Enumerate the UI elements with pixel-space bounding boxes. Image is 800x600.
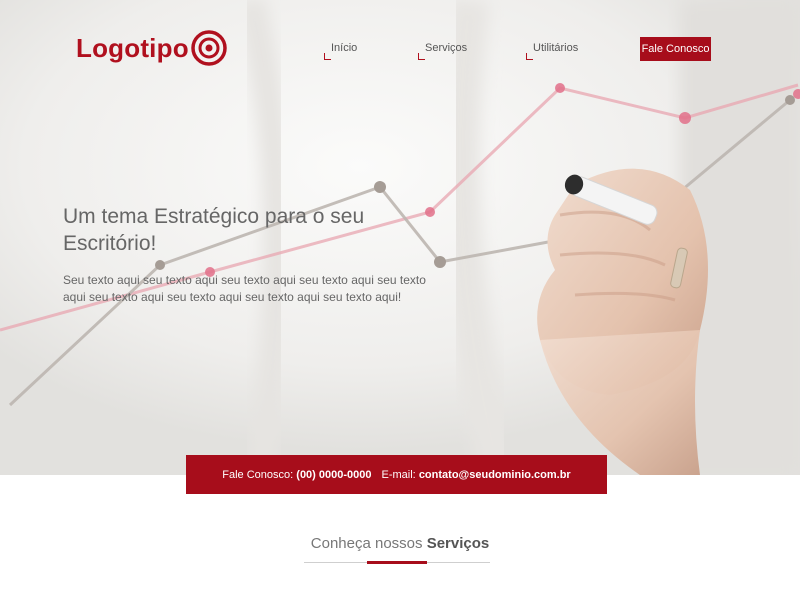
fale-conosco-button[interactable]: Fale Conosco (640, 37, 711, 61)
hero-subtext: Seu texto aqui seu texto aqui seu texto … (63, 273, 426, 304)
phone-number[interactable]: (00) 0000-0000 (296, 469, 371, 481)
email-label: E-mail: (381, 468, 416, 481)
nav-item-utilitarios[interactable]: Utilitários (526, 42, 579, 60)
email-address[interactable]: contato@seudominio.com.br (419, 469, 571, 481)
services-title-bold: Serviços (426, 535, 490, 552)
services-title-prefix: Conheça nossos (310, 535, 423, 552)
contact-bar: Fale Conosco: (00) 0000-0000 E-mail: con… (186, 455, 607, 494)
divider-right (427, 562, 490, 563)
divider-accent (367, 561, 427, 564)
hero-headline: Um tema Estratégico para o seu Escritóri… (63, 205, 365, 255)
nav-corner-accent (526, 53, 533, 60)
nav-corner-accent (324, 53, 331, 60)
nav-corner-accent (418, 53, 425, 60)
phone-label: Fale Conosco: (222, 468, 294, 481)
nav-item-label: Início (331, 42, 358, 54)
nav-item-label: Serviços (425, 42, 468, 54)
divider-left (304, 562, 367, 563)
nav-item-inicio[interactable]: Início (324, 42, 358, 60)
hero-section: Logotipo Início Serviços Utilitários Fal… (0, 0, 800, 475)
services-title: Conheça nossos Serviços (0, 535, 800, 552)
nav-item-servicos[interactable]: Serviços (418, 42, 468, 60)
nav-item-label: Utilitários (533, 42, 579, 54)
